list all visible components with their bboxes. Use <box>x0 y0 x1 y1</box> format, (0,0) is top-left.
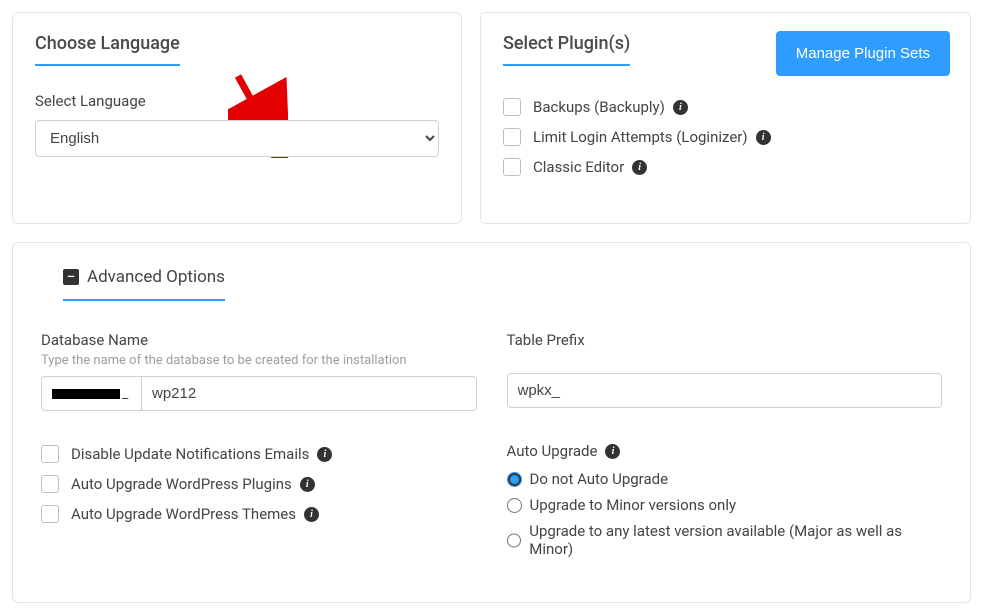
auto-upgrade-themes-checkbox[interactable] <box>41 505 59 523</box>
advanced-right-column: Table Prefix Auto Upgrade i Do not Auto … <box>507 331 943 566</box>
language-select[interactable]: English <box>35 120 439 157</box>
info-icon[interactable]: i <box>300 477 315 492</box>
plugin-row: Backups (Backuply) i <box>503 98 948 116</box>
choose-language-title: Choose Language <box>35 33 180 66</box>
plugin-row: Classic Editor i <box>503 158 948 176</box>
auto-upgrade-option[interactable]: Do not Auto Upgrade <box>507 470 943 488</box>
manage-plugin-sets-button[interactable]: Manage Plugin Sets <box>776 31 950 76</box>
advanced-options-title: − Advanced Options <box>63 267 225 301</box>
database-prefix-box: _ <box>41 376 141 411</box>
choose-language-card: Choose Language Select Language English <box>12 12 462 224</box>
option-row: Auto Upgrade WordPress Plugins i <box>41 475 477 493</box>
plugin-checkbox-classic-editor[interactable] <box>503 158 521 176</box>
select-language-label: Select Language <box>35 92 439 110</box>
auto-upgrade-option[interactable]: Upgrade to Minor versions only <box>507 496 943 514</box>
plugin-label: Limit Login Attempts (Loginizer) <box>533 128 748 146</box>
auto-upgrade-radio-minor[interactable] <box>507 498 522 513</box>
plugin-checkbox-backups[interactable] <box>503 98 521 116</box>
info-icon[interactable]: i <box>605 444 620 459</box>
option-row: Disable Update Notifications Emails i <box>41 445 477 463</box>
table-prefix-input[interactable] <box>507 373 943 408</box>
auto-upgrade-option[interactable]: Upgrade to any latest version available … <box>507 522 943 558</box>
auto-upgrade-heading: Auto Upgrade i <box>507 442 943 460</box>
disable-update-emails-checkbox[interactable] <box>41 445 59 463</box>
database-name-input[interactable] <box>141 376 477 411</box>
database-name-hint: Type the name of the database to be crea… <box>41 353 477 368</box>
plugin-label: Classic Editor <box>533 158 624 176</box>
advanced-options-card: − Advanced Options Database Name Type th… <box>12 242 971 603</box>
info-icon[interactable]: i <box>673 100 688 115</box>
auto-upgrade-plugins-checkbox[interactable] <box>41 475 59 493</box>
select-plugins-title: Select Plugin(s) <box>503 33 630 66</box>
option-label: Disable Update Notifications Emails <box>71 445 309 463</box>
table-prefix-label: Table Prefix <box>507 331 943 349</box>
collapse-icon[interactable]: − <box>63 269 79 285</box>
plugin-checkbox-loginizer[interactable] <box>503 128 521 146</box>
plugin-row: Limit Login Attempts (Loginizer) i <box>503 128 948 146</box>
info-icon[interactable]: i <box>317 447 332 462</box>
option-label: Auto Upgrade WordPress Plugins <box>71 475 292 493</box>
info-icon[interactable]: i <box>756 130 771 145</box>
option-row: Auto Upgrade WordPress Themes i <box>41 505 477 523</box>
advanced-left-column: Database Name Type the name of the datab… <box>41 331 477 566</box>
info-icon[interactable]: i <box>304 507 319 522</box>
plugin-label: Backups (Backuply) <box>533 98 665 116</box>
database-name-label: Database Name <box>41 331 477 349</box>
info-icon[interactable]: i <box>632 160 647 175</box>
redacted-prefix <box>52 389 120 399</box>
auto-upgrade-radio-latest[interactable] <box>507 533 522 548</box>
option-label: Auto Upgrade WordPress Themes <box>71 505 296 523</box>
auto-upgrade-radio-none[interactable] <box>507 472 522 487</box>
select-plugins-card: Select Plugin(s) Manage Plugin Sets Back… <box>480 12 971 224</box>
